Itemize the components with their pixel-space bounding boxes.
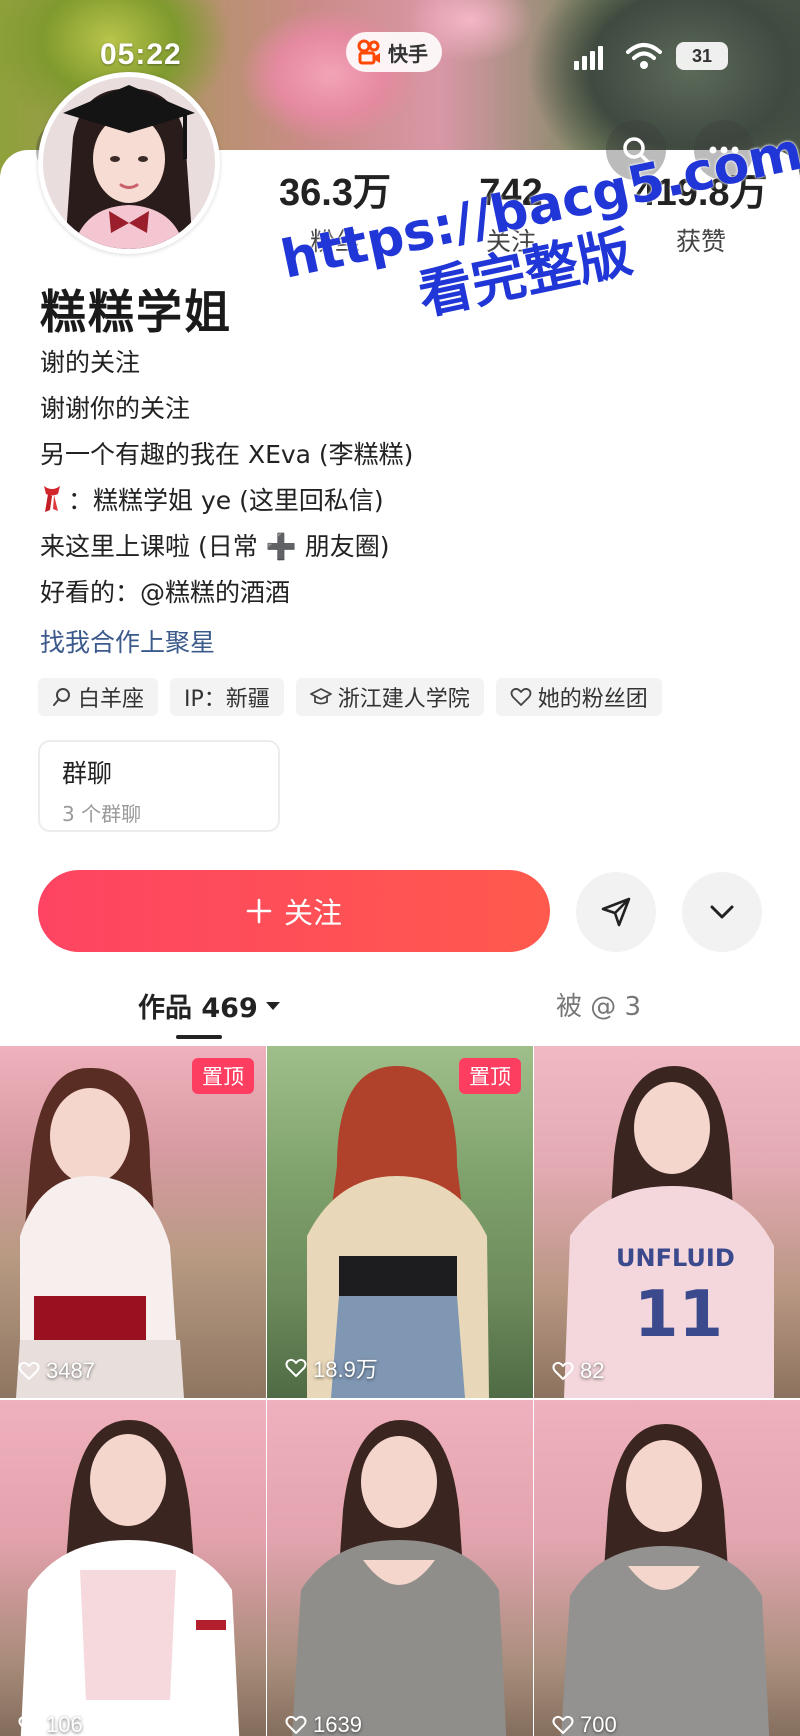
share-button[interactable] (576, 872, 656, 952)
following-label: 关注 (485, 227, 536, 256)
bio-line: 谢的关注 (40, 348, 141, 377)
following-count: 742 (479, 172, 543, 214)
bio-line: 来这里上课啦 (日常 ➕ 朋友圈) (40, 532, 390, 561)
followers-count: 36.3万 (279, 172, 391, 214)
video-likes-count: 82 (580, 1358, 605, 1383)
search-icon (623, 137, 650, 164)
wifi-icon (626, 42, 662, 74)
tag-ip-location: IP：新疆 (170, 678, 284, 716)
active-tab-indicator (176, 1035, 222, 1039)
battery-indicator: 31 (676, 42, 728, 70)
scarf-emoji-icon (40, 483, 64, 513)
video-likes: 1639 (285, 1712, 362, 1736)
group-chat-subtitle: 3 个群聊 (62, 802, 142, 826)
video-thumbnail[interactable]: 置顶 3487 (0, 1046, 266, 1398)
bio-line: 谢谢你的关注 (40, 394, 191, 423)
group-chat-title: 群聊 (62, 759, 113, 788)
search-icon (53, 688, 70, 706)
pinned-badge: 置顶 (192, 1058, 254, 1094)
video-likes: 18.9万 (285, 1352, 378, 1384)
heart-icon (285, 1715, 307, 1734)
heart-icon (552, 1361, 574, 1380)
tab-mentioned[interactable]: 被 @ 3 (556, 986, 641, 1023)
followers-stat[interactable]: 36.3万 粉丝 (250, 170, 420, 258)
thumbnail-image (16, 1067, 184, 1398)
tag-label: 她的粉丝团 (537, 687, 648, 712)
tab-works[interactable]: 作品 469 (138, 986, 282, 1025)
group-chat-card[interactable]: 群聊 3 个群聊 (38, 740, 280, 832)
followers-label: 粉丝 (309, 227, 360, 256)
video-thumbnail[interactable]: 置顶 18.9万 (267, 1046, 533, 1398)
graduation-cap-icon (309, 688, 332, 705)
thumbnail-image (291, 1420, 507, 1736)
tag-zodiac[interactable]: 白羊座 (38, 678, 159, 716)
svg-text:11: 11 (634, 1278, 723, 1352)
heart-icon (285, 1358, 307, 1377)
likes-label: 获赞 (675, 227, 726, 256)
video-thumbnail[interactable]: UNFLUID 11 82 (534, 1046, 800, 1398)
heart-icon (18, 1715, 40, 1734)
bio-line[interactable]: 好看的：@糕糕的酒酒 (40, 570, 760, 616)
plus-icon (246, 898, 272, 924)
video-grid: 置顶 3487 置顶 18.9万 UNFLUID 11 82 106 1639 (0, 1046, 800, 1736)
more-actions-button[interactable] (682, 872, 762, 952)
video-likes-count: 106 (46, 1712, 83, 1736)
video-likes-count: 1639 (313, 1712, 362, 1736)
following-stat[interactable]: 742 关注 (426, 170, 596, 258)
avatar-image (43, 77, 215, 249)
thumbnail-image: UNFLUID 11 (564, 1066, 774, 1398)
heart-icon (510, 687, 532, 706)
app-name: 快手 (388, 41, 428, 66)
likes-count: 419.8万 (634, 172, 768, 214)
follow-label: 关注 (283, 896, 342, 930)
video-likes: 106 (18, 1712, 83, 1736)
video-likes-count: 3487 (46, 1358, 95, 1383)
heart-icon (552, 1715, 574, 1734)
avatar[interactable] (38, 72, 220, 254)
bio-line: 另一个有趣的我在 XEva (李糕糕) (40, 440, 414, 469)
likes-stat[interactable]: 419.8万 获赞 (616, 170, 786, 258)
tag-label: IP：新疆 (184, 687, 270, 712)
caret-down-icon (265, 1001, 280, 1010)
video-thumbnail[interactable]: 106 (0, 1400, 266, 1736)
send-icon (601, 897, 631, 927)
thumbnail-image (20, 1420, 240, 1736)
tab-works-label: 作品 469 (138, 993, 258, 1024)
status-time: 05:22 (100, 38, 182, 71)
tag-label: 白羊座 (78, 687, 145, 712)
chevron-down-icon (710, 905, 734, 919)
video-likes: 82 (552, 1358, 604, 1384)
bio-line-with-emoji: ：糕糕学姐 ye (这里回私信) (40, 478, 760, 524)
content-tabs: 作品 469 被 @ 3 (0, 980, 800, 1040)
cooperation-link[interactable]: 找我合作上聚星 (40, 616, 760, 670)
tag-fan-club[interactable]: 她的粉丝团 (495, 678, 662, 716)
video-likes-count: 18.9万 (313, 1357, 378, 1382)
heart-icon (18, 1361, 40, 1380)
video-thumbnail[interactable]: 1639 (267, 1400, 533, 1736)
video-thumbnail[interactable]: 700 (534, 1400, 800, 1736)
video-likes: 3487 (18, 1358, 95, 1384)
kuaishou-logo-icon (356, 39, 382, 65)
profile-tags: 白羊座 IP：新疆 浙江建人学院 她的粉丝团 (38, 678, 662, 716)
profile-nickname: 糕糕学姐 (40, 285, 232, 339)
ellipsis-icon (709, 146, 739, 154)
bio-line-text: ：糕糕学姐 ye (这里回私信) (68, 486, 384, 515)
tag-label: 浙江建人学院 (337, 687, 470, 712)
profile-bio: 谢的关注 谢谢你的关注 另一个有趣的我在 XEva (李糕糕) ：糕糕学姐 ye… (40, 340, 760, 670)
tag-school[interactable]: 浙江建人学院 (295, 678, 484, 716)
profile-stats: 36.3万 粉丝 742 关注 419.8万 获赞 (250, 170, 790, 260)
video-likes: 700 (552, 1712, 617, 1736)
video-likes-count: 700 (580, 1712, 617, 1736)
follow-button[interactable]: 关注 (38, 870, 550, 952)
app-badge: 快手 (346, 32, 442, 72)
pinned-badge: 置顶 (459, 1058, 521, 1094)
cellular-signal-icon (574, 46, 603, 70)
thumbnail-image (561, 1424, 770, 1736)
thumbnail-image (307, 1066, 489, 1398)
svg-text:UNFLUID: UNFLUID (616, 1244, 735, 1272)
